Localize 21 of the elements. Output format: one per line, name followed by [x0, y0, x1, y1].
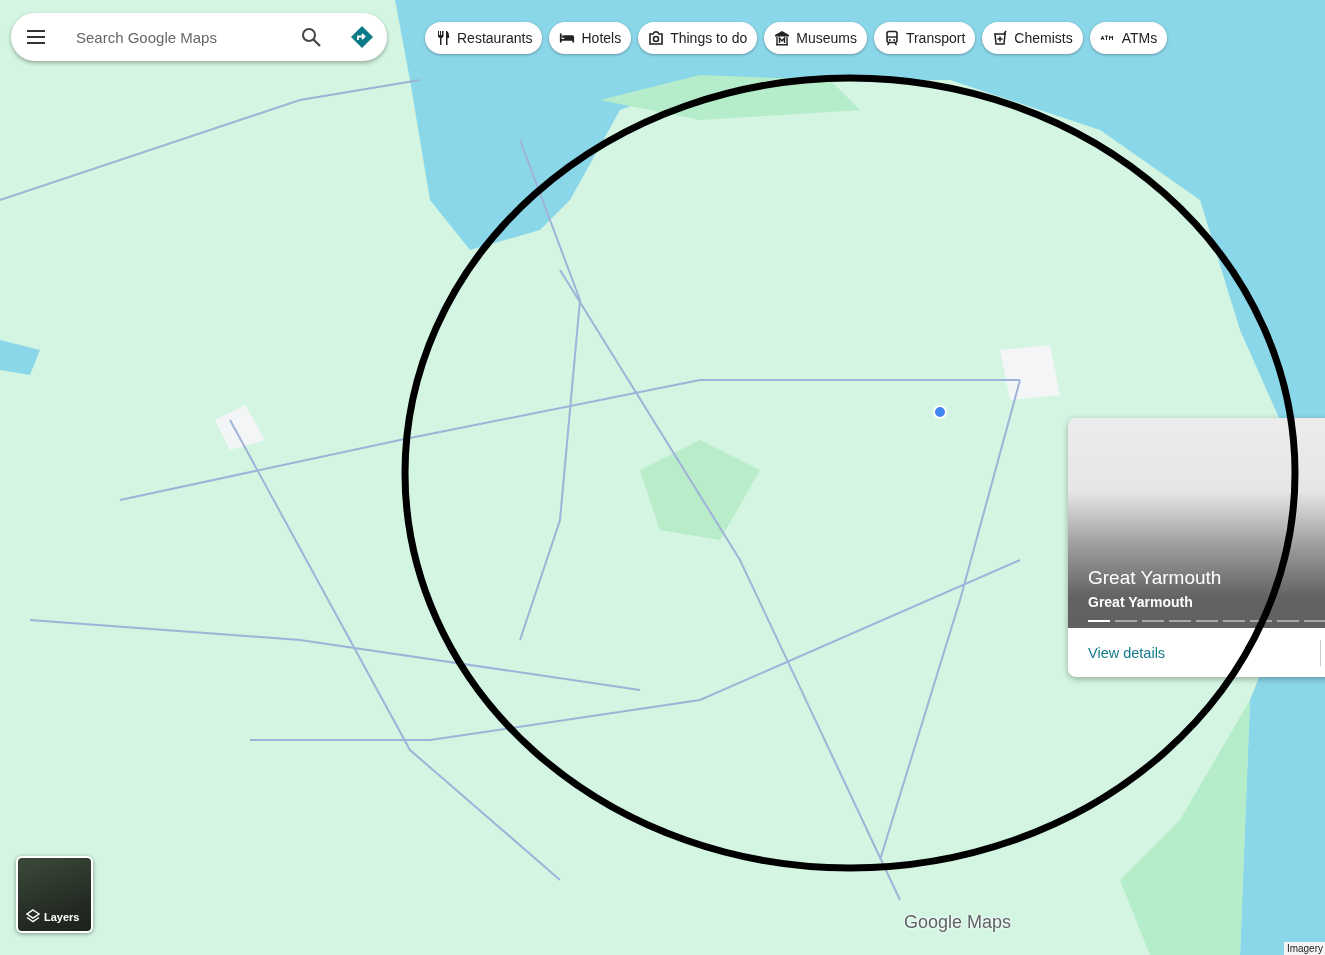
directions-icon[interactable]	[351, 26, 373, 48]
search-icon[interactable]	[301, 27, 321, 47]
category-chip[interactable]: Museums	[764, 21, 867, 54]
museum-icon	[774, 29, 791, 46]
category-chip[interactable]: Things to do	[638, 21, 758, 54]
view-details-link[interactable]: View details	[1088, 644, 1166, 661]
category-chip[interactable]: Restaurants	[425, 21, 543, 54]
pharmacy-icon	[992, 29, 1009, 46]
place-title: Great Yarmouth	[1088, 567, 1223, 589]
layers-icon	[26, 909, 40, 923]
photo-indicator[interactable]	[1250, 620, 1272, 622]
fork-knife-icon	[435, 29, 451, 46]
train-icon	[883, 29, 900, 46]
search-field[interactable]: Search Google Maps	[74, 27, 289, 47]
layers-button[interactable]: Layers	[16, 856, 93, 933]
category-chip[interactable]: Chemists	[982, 21, 1083, 54]
camera-icon	[648, 29, 665, 46]
attribution-text[interactable]: Imagery	[1283, 942, 1325, 955]
map-logo: Google Maps	[904, 912, 1012, 933]
place-subtitle: Great Yarmouth	[1088, 594, 1194, 610]
menu-icon[interactable]	[27, 30, 45, 44]
